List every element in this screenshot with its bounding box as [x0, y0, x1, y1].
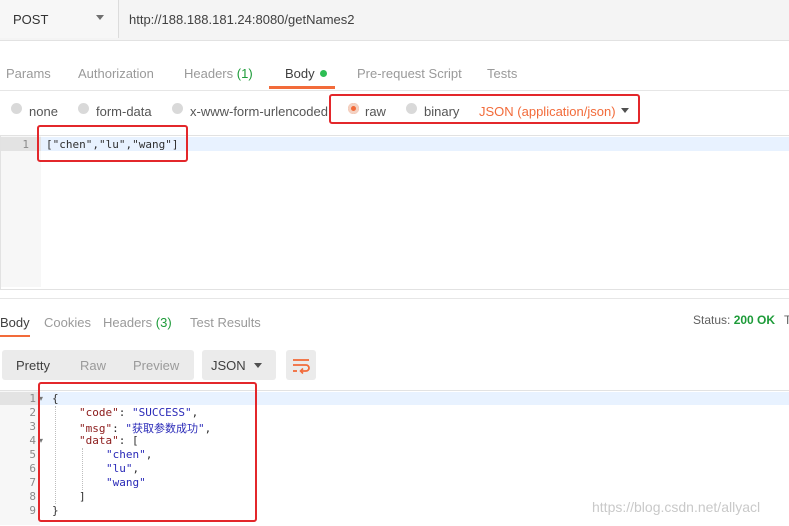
- raw-button[interactable]: Raw: [80, 358, 106, 373]
- wrap-lines-button[interactable]: [286, 350, 316, 380]
- wrap-lines-icon: [293, 359, 310, 375]
- tab-body[interactable]: Body: [285, 66, 327, 81]
- chevron-down-icon: [254, 363, 262, 368]
- line-number: 7: [29, 476, 36, 489]
- radio-form-data[interactable]: [78, 103, 89, 114]
- radio-none-label: none: [29, 104, 58, 119]
- annotation-box: [38, 382, 257, 522]
- line-number: 1: [29, 392, 36, 405]
- radio-form-data-label: form-data: [96, 104, 152, 119]
- tab-tests[interactable]: Tests: [487, 66, 517, 81]
- method-select[interactable]: POST: [0, 0, 119, 38]
- watermark: https://blog.csdn.net/allyacl: [592, 499, 761, 515]
- chevron-down-icon: [96, 15, 104, 20]
- response-headers-count: (3): [155, 315, 172, 330]
- radio-urlencoded[interactable]: [172, 103, 183, 114]
- line-number: 8: [29, 490, 36, 503]
- divider: [0, 90, 789, 91]
- preview-button[interactable]: Preview: [133, 358, 179, 373]
- tab-pre-request-script[interactable]: Pre-request Script: [357, 66, 462, 81]
- line-number: 5: [29, 448, 36, 461]
- tab-authorization[interactable]: Authorization: [78, 66, 154, 81]
- status-readout: Status: 200 OK: [693, 313, 776, 327]
- status-code: 200 OK: [733, 313, 776, 327]
- radio-none[interactable]: [11, 103, 22, 114]
- line-number: 3: [29, 420, 36, 433]
- method-label: POST: [13, 12, 49, 27]
- headers-count: (1): [236, 66, 253, 81]
- active-tab-indicator: [0, 335, 30, 337]
- tab-headers[interactable]: Headers (1): [184, 66, 253, 81]
- status-cutoff-text: T: [784, 313, 789, 327]
- pretty-button[interactable]: Pretty: [16, 358, 50, 373]
- divider: [0, 298, 789, 299]
- format-select[interactable]: JSON: [202, 350, 276, 380]
- line-number: 2: [29, 406, 36, 419]
- annotation-box: [37, 125, 188, 162]
- radio-urlencoded-label: x-www-form-urlencoded: [190, 104, 328, 119]
- tab-params[interactable]: Params: [6, 66, 51, 81]
- response-tab-body[interactable]: Body: [0, 315, 30, 330]
- body-indicator-dot: [319, 70, 327, 77]
- line-number: 6: [29, 462, 36, 475]
- format-label: JSON: [211, 358, 246, 373]
- url-input[interactable]: http://188.188.181.24:8080/getNames2: [129, 12, 355, 27]
- response-tab-cookies[interactable]: Cookies: [44, 315, 91, 330]
- line-number: 9: [29, 504, 36, 517]
- line-number: 1: [22, 138, 29, 151]
- response-tab-test-results[interactable]: Test Results: [190, 315, 261, 330]
- annotation-box: [329, 94, 640, 124]
- active-tab-indicator: [269, 86, 335, 89]
- line-gutter: [1, 136, 41, 287]
- line-number: 4: [29, 434, 36, 447]
- response-tab-headers[interactable]: Headers (3): [103, 315, 172, 330]
